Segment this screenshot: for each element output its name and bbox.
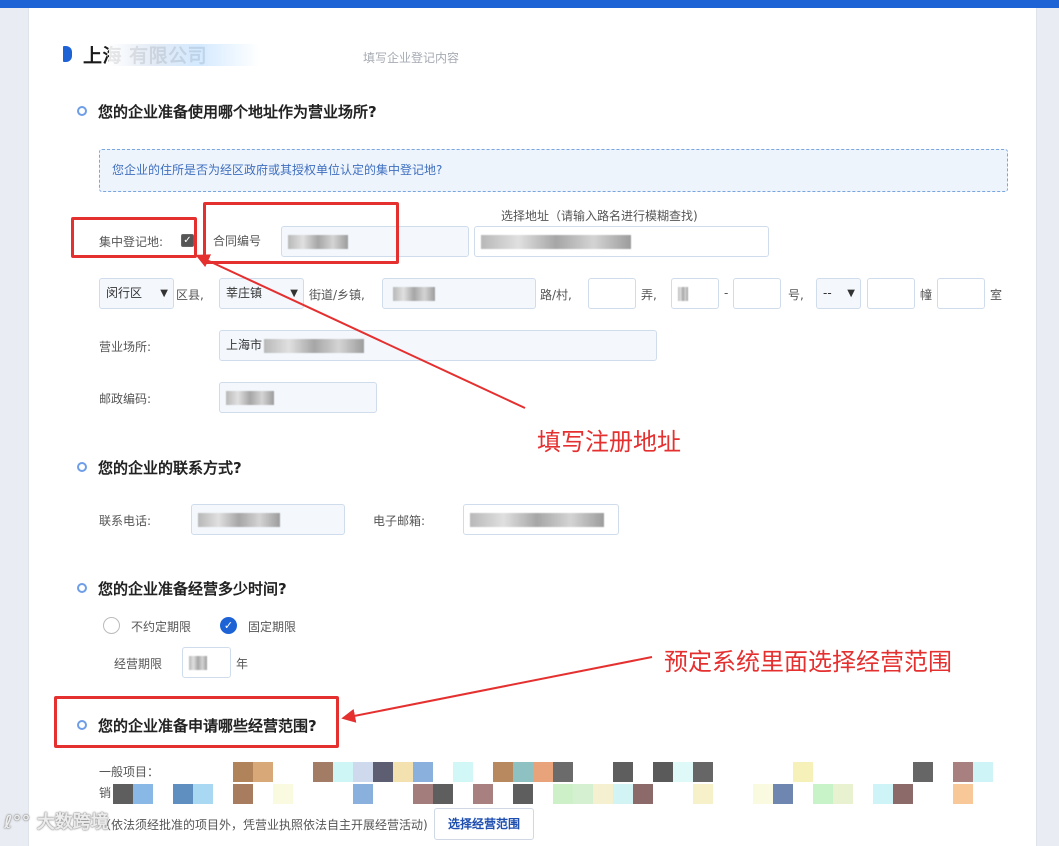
watermark-text: 大数跨境 (36, 812, 109, 833)
watermark-logo-icon: ℓ°° (4, 812, 31, 833)
annotation-fill-address: 填写注册地址 (537, 428, 681, 456)
annotation-arrows (195, 254, 653, 723)
arrow-to-scope (341, 656, 653, 723)
annotation-choose-scope: 预定系统里面选择经营范围 (664, 648, 952, 676)
arrow-to-address (195, 254, 526, 409)
watermark: ℓ°° 大数跨境 (4, 808, 109, 834)
